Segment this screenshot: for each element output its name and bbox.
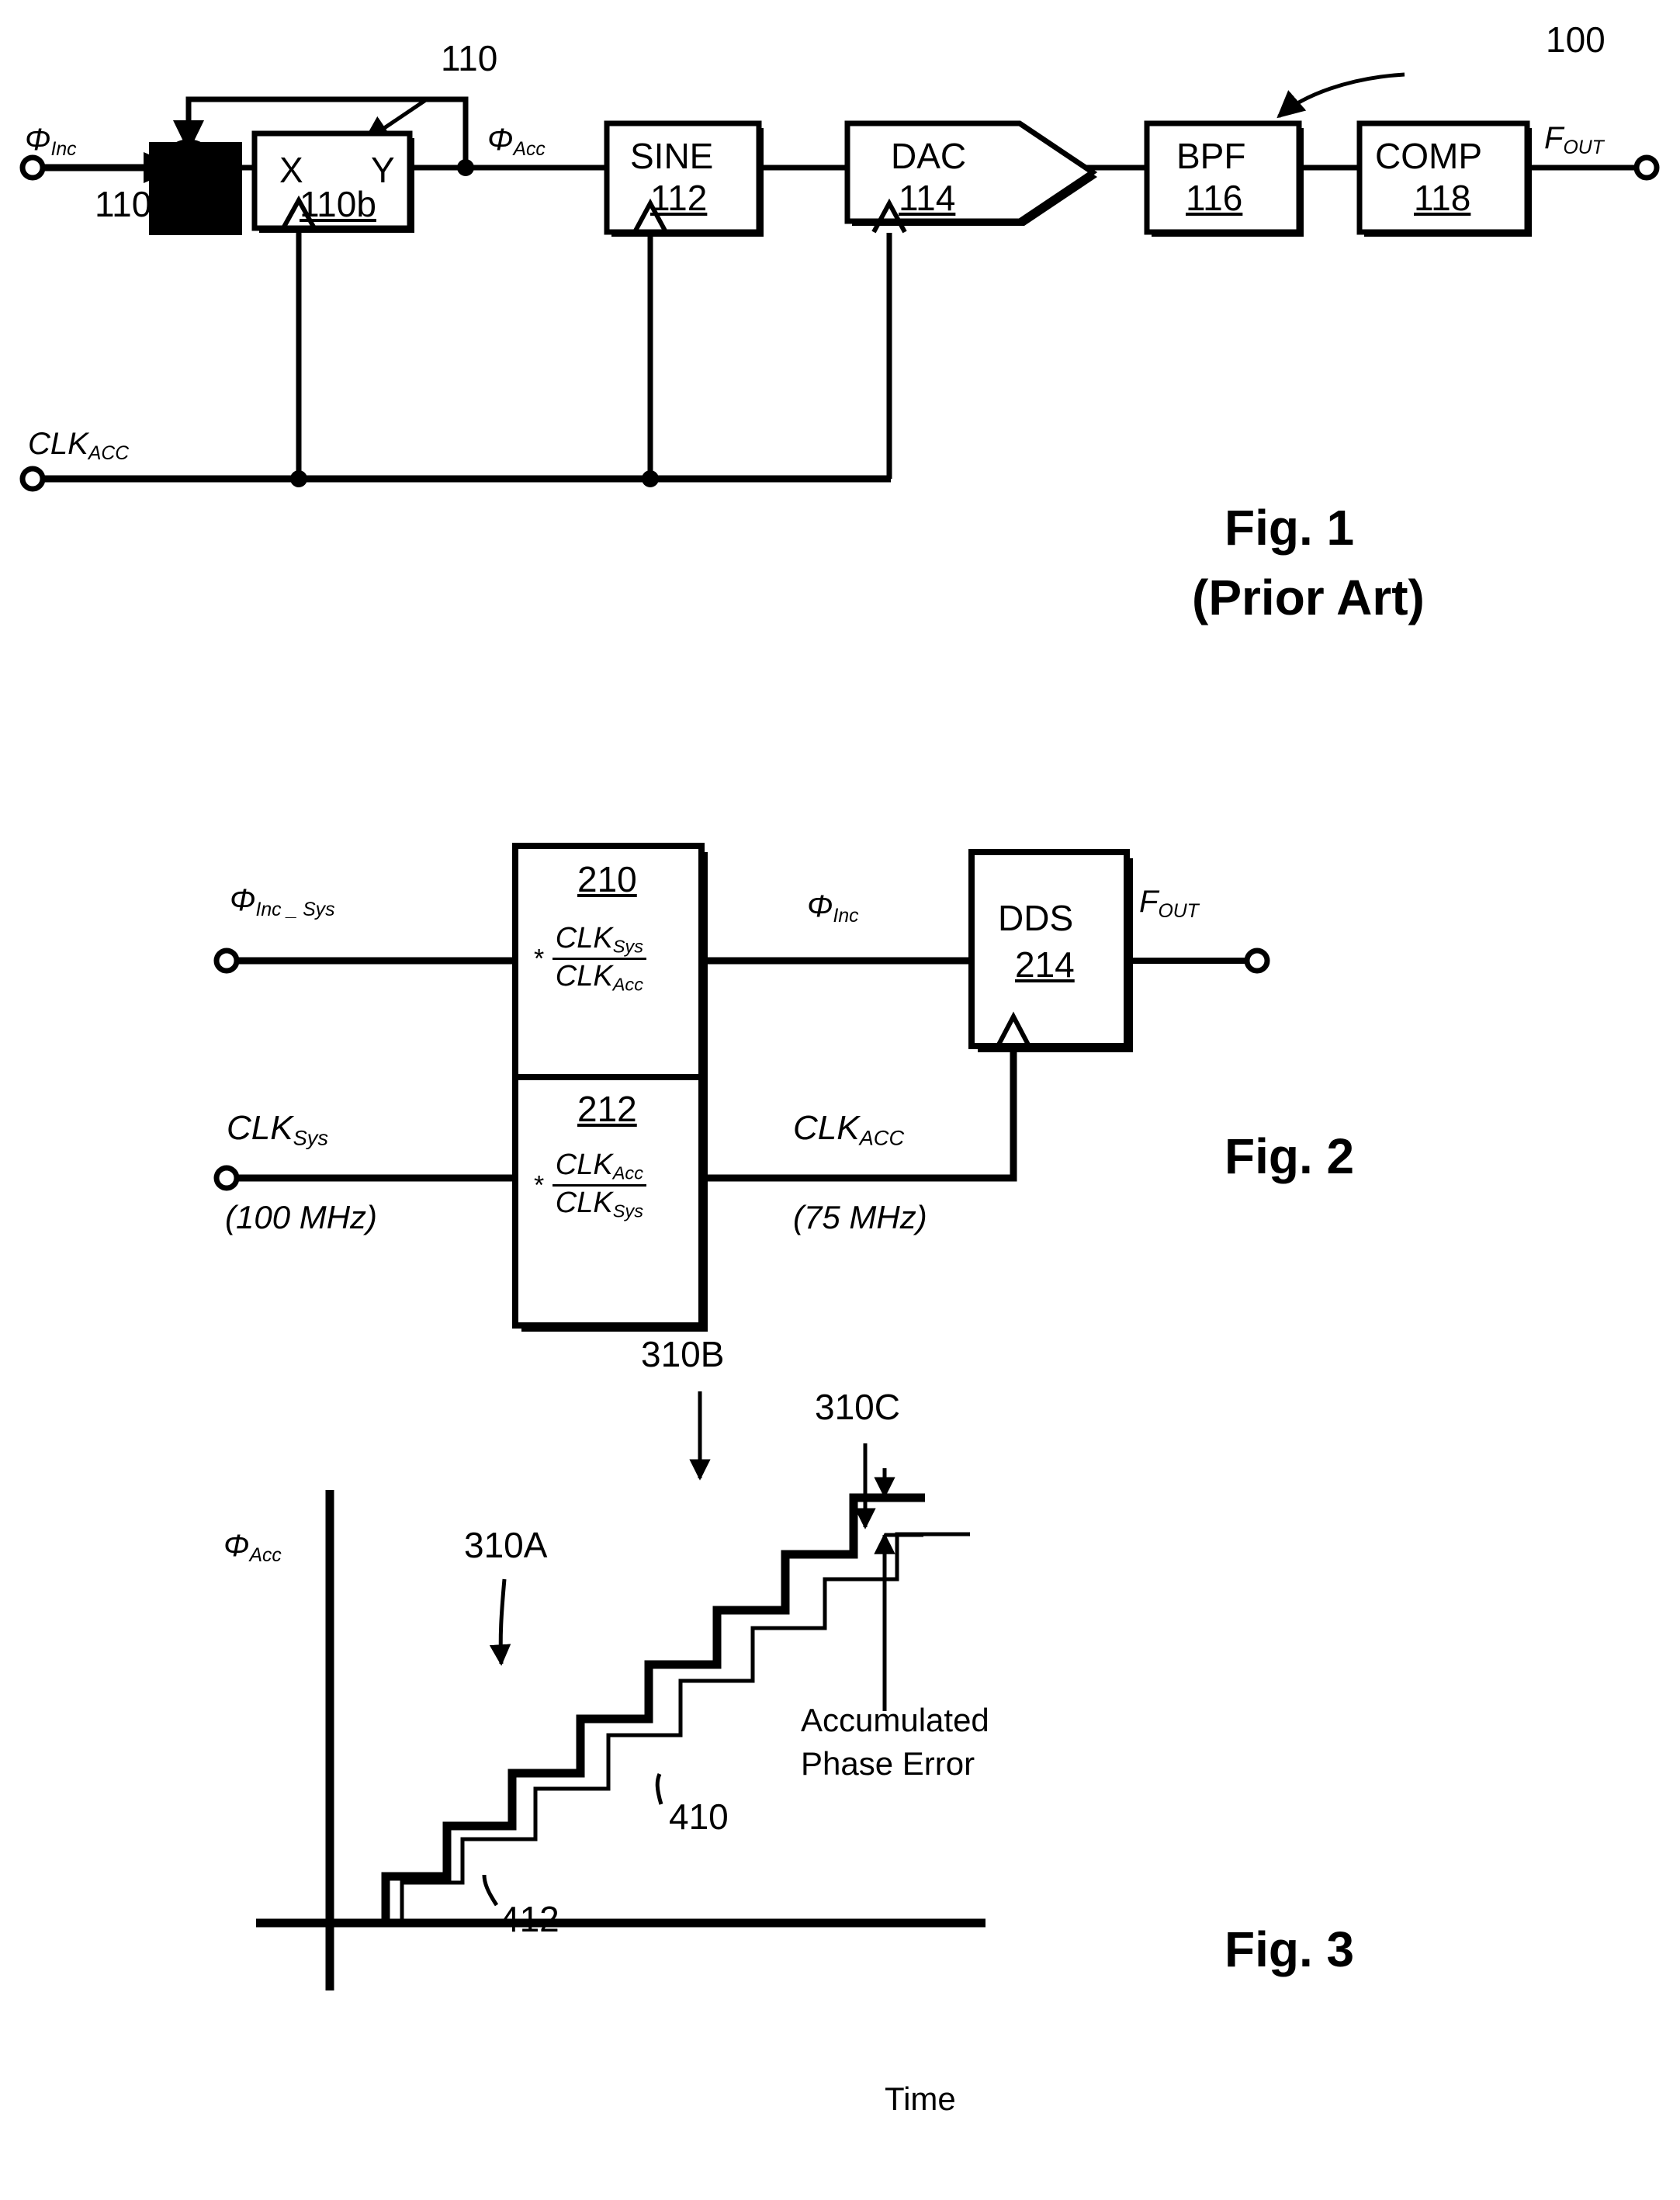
scaler-212-num-sub: Acc: [612, 1162, 643, 1183]
fig1-f-out-label: FOUT: [1544, 123, 1604, 158]
scaler-210-den-base: CLK: [555, 960, 613, 993]
callout-310c-label: 310C: [815, 1387, 900, 1427]
fig1-caption-line1: Fig. 1: [1224, 500, 1355, 556]
scaler-212-den-sub: Sys: [612, 1200, 643, 1221]
fig2-phi-inc-base: Φ: [807, 889, 833, 923]
scaler-212-fraction: CLKAcc CLKSys: [552, 1150, 646, 1221]
clk-acc-sub: ACC: [88, 442, 130, 464]
scaler-210-denominator: CLKAcc: [552, 960, 646, 994]
phi-acc-sub: Acc: [513, 138, 546, 160]
clk-sys-terminal: [213, 1165, 240, 1191]
bpf-block-ref: 116: [1186, 178, 1243, 218]
drawing-vector-layer: [19, 72, 1660, 1990]
bpf-block-label: BPF: [1176, 136, 1246, 176]
phase-error-annotation-line1: Accumulated: [801, 1702, 989, 1738]
phi-inc-sys-terminal: [213, 948, 240, 974]
phi-inc-label: ΦInc: [25, 124, 77, 160]
fig1-f-out-sub: OUT: [1563, 137, 1604, 158]
scaler-212-den-base: CLK: [555, 1187, 613, 1220]
callout-412-label: 412: [500, 1899, 559, 1939]
phi-acc-label: ΦAcc: [487, 124, 546, 160]
clk-acc-terminal: [19, 466, 46, 492]
clk-junction-sine: [642, 470, 659, 487]
scaler-212-ref: 212: [577, 1089, 637, 1129]
phi-inc-terminal: [19, 154, 46, 181]
scaler-212-num-base: CLK: [555, 1149, 613, 1181]
phase-error-annotation-line2: Phase Error: [801, 1745, 975, 1782]
scaler-210-operator: *: [534, 944, 545, 974]
callout-310a-label: 310A: [464, 1525, 548, 1565]
ref-100-label: 100: [1546, 19, 1606, 60]
callout-412-leader: [482, 1874, 499, 1907]
phi-inc-sub: Inc: [50, 138, 77, 160]
scaler-210-expression: * CLKSys CLKAcc: [534, 923, 646, 994]
dds-block-ref: 214: [1015, 944, 1075, 985]
f-out-terminal: [1633, 154, 1660, 181]
scaler-210-num-sub: Sys: [612, 936, 643, 957]
dac-block-label: DAC: [891, 136, 967, 176]
fig2-f-out-terminal: [1244, 948, 1270, 974]
ref-110b-label: 110b: [300, 184, 376, 224]
fig3-x-axis-label: Time: [885, 2080, 956, 2117]
fig3-y-axis-label: ΦAcc: [223, 1530, 282, 1566]
scaler-212-expression: * CLKAcc CLKSys: [534, 1150, 646, 1221]
fig2-f-out-base: F: [1139, 885, 1159, 919]
phi-acc-base: Φ: [487, 123, 514, 157]
ref-110a-label: 110a: [95, 184, 171, 224]
scaler-210-ref: 210: [577, 859, 637, 899]
fig3-y-axis-sub: Acc: [249, 1544, 282, 1566]
fig2-f-out-label: FOUT: [1139, 886, 1199, 922]
patent-drawing-sheet: 100 110 ΦInc 110a X Y 110b ΦAcc SINE 112…: [0, 0, 1680, 2200]
fig3-graphics: [256, 1391, 985, 1990]
clk-sys-sub: Sys: [293, 1125, 329, 1150]
sine-block-label: SINE: [630, 136, 714, 176]
fig2-clk-acc-base: CLK: [793, 1109, 860, 1147]
fig2-f-out-sub: OUT: [1158, 900, 1199, 922]
fig2-graphics: [213, 843, 1270, 1332]
scaler-210-numerator: CLKSys: [552, 922, 646, 961]
sine-block-ref: 112: [650, 178, 708, 218]
phi-inc-sys-sub: Inc _ Sys: [255, 899, 335, 920]
callout-310a-leader: [489, 1578, 511, 1666]
clk-sys-frequency: (100 MHz): [225, 1199, 378, 1235]
fig2-clk-acc-sub: ACC: [859, 1125, 905, 1150]
phi-inc-sys-label: ΦInc _ Sys: [230, 885, 334, 920]
dds-block-label: DDS: [998, 898, 1074, 938]
phi-inc-base: Φ: [25, 123, 51, 157]
fig1-f-out-base: F: [1544, 121, 1564, 155]
phi-inc-sys-base: Φ: [230, 883, 256, 917]
scaler-212-operator: *: [534, 1170, 545, 1200]
fig2-phi-inc-sub: Inc: [833, 905, 859, 927]
dac-block-ref: 114: [899, 178, 956, 218]
callout-410-label: 410: [669, 1796, 729, 1837]
fig2-clk-acc-label: CLKACC: [793, 1111, 904, 1149]
clk-sys-label: CLKSys: [227, 1111, 328, 1149]
clk-junction-register: [290, 470, 307, 487]
fig2-clk-acc-frequency: (75 MHz): [793, 1199, 927, 1235]
fig2-caption: Fig. 2: [1224, 1128, 1355, 1184]
scaler-212-denominator: CLKSys: [552, 1187, 646, 1221]
clk-acc-label: CLKACC: [28, 428, 129, 464]
clk-acc-base: CLK: [28, 427, 88, 461]
fig3-caption: Fig. 3: [1224, 1921, 1355, 1977]
fig3-y-axis-base: Φ: [223, 1529, 250, 1563]
ref-100-leader: [1276, 72, 1405, 119]
dac-block: [844, 120, 1098, 224]
callout-410-leader: [655, 1772, 663, 1805]
scaler-210-den-sub: Acc: [612, 974, 643, 995]
comp-block-ref: 118: [1414, 178, 1471, 218]
ref-110-label: 110: [441, 38, 498, 78]
scaler-210-fraction: CLKSys CLKAcc: [552, 923, 646, 994]
fig1-caption-line2: (Prior Art): [1192, 570, 1425, 625]
register-port-y-label: Y: [371, 150, 395, 190]
fig2-phi-inc-label: ΦInc: [807, 891, 859, 927]
callout-310b-label: 310B: [641, 1334, 725, 1374]
clk-sys-base: CLK: [227, 1109, 293, 1147]
scaler-212-numerator: CLKAcc: [552, 1150, 646, 1187]
comp-block-label: COMP: [1375, 136, 1482, 176]
register-port-x-label: X: [279, 150, 303, 190]
scaler-210-num-base: CLK: [555, 922, 613, 954]
